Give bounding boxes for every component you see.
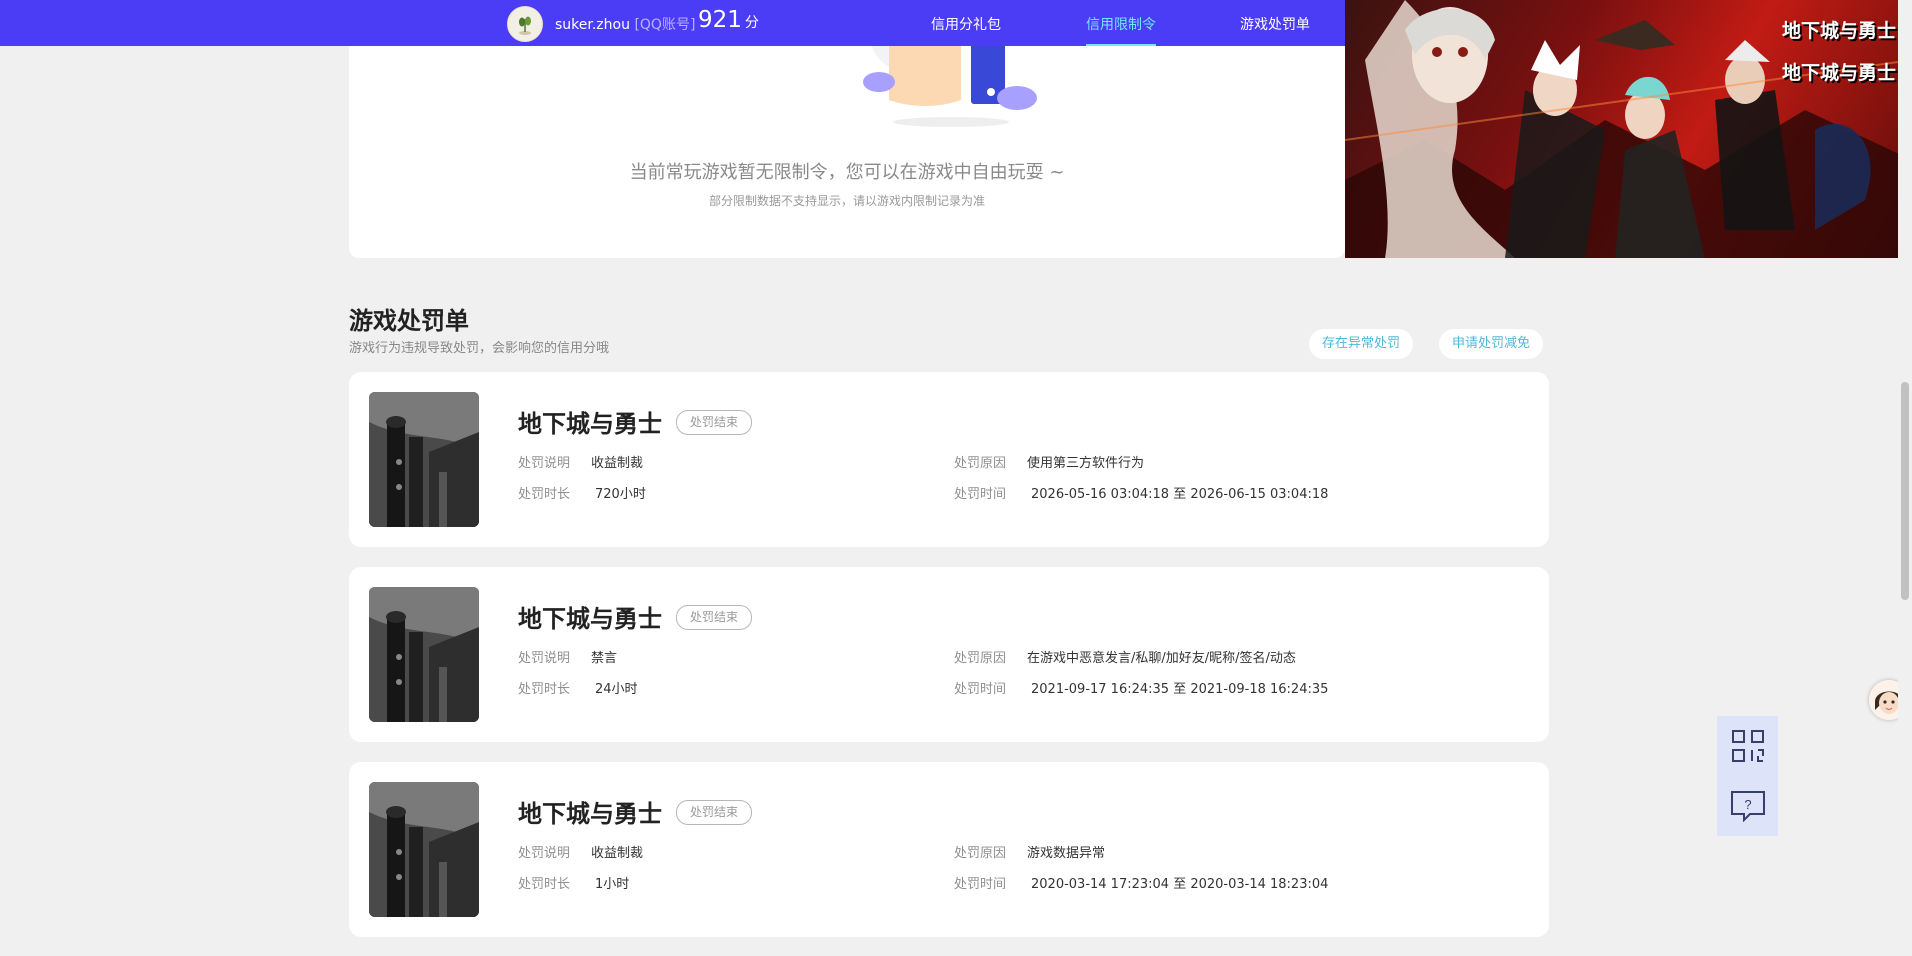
desc-value: 收益制裁 <box>591 846 644 861</box>
active-nav-indicator <box>1086 44 1156 46</box>
game-thumbnail <box>369 587 479 722</box>
game-thumbnail-art <box>369 392 479 527</box>
reason-label: 处罚原因 <box>954 846 1007 861</box>
empty-restriction-message: 当前常玩游戏暂无限制令，您可以在游戏中自由玩耍 ~ <box>629 162 1065 183</box>
user-avatar[interactable] <box>507 6 543 42</box>
penalty-section-subtitle: 游戏行为违规导致处罚，会影响您的信用分哦 <box>349 341 610 356</box>
desc-label: 处罚说明 <box>518 846 571 861</box>
reason-value: 使用第三方软件行为 <box>1027 456 1145 471</box>
desc-value: 禁言 <box>591 651 618 666</box>
duration-label: 处罚时长 <box>518 877 571 892</box>
account-type: [QQ账号] <box>634 17 696 33</box>
duration-label: 处罚时长 <box>518 487 571 502</box>
reason-label: 处罚原因 <box>954 456 1007 471</box>
nav-credit-gift[interactable]: 信用分礼包 <box>931 14 1001 34</box>
penalty-status-tag: 处罚结束 <box>676 800 753 825</box>
top-navbar: suker.zhou [QQ账号] 921 分 信用分礼包 信用限制令 游戏处罚单 <box>0 0 1345 46</box>
duration-value: 1小时 <box>595 877 630 892</box>
game-thumbnail-art <box>369 782 479 917</box>
penalty-card[interactable]: 地下城与勇士 处罚结束 处罚说明 收益制裁 处罚时长 720小时 处罚原因 使用… <box>349 372 1549 547</box>
penalty-section-title: 游戏处罚单 <box>349 307 469 335</box>
abnormal-penalty-button[interactable]: 存在异常处罚 <box>1309 329 1414 359</box>
help-button[interactable]: ? <box>1717 776 1778 836</box>
reason-value: 在游戏中恶意发言/私聊/加好友/昵称/签名/动态 <box>1027 651 1296 666</box>
time-value: 2021-09-17 16:24:35 至 2021-09-18 16:24:3… <box>1031 682 1329 697</box>
apply-penalty-reduction-button[interactable]: 申请处罚减免 <box>1439 329 1544 359</box>
duration-value: 24小时 <box>595 682 638 697</box>
score-unit: 分 <box>744 15 759 31</box>
qrcode-button[interactable] <box>1717 716 1778 776</box>
reason-value: 游戏数据异常 <box>1027 846 1106 861</box>
game-thumbnail <box>369 392 479 527</box>
time-label: 处罚时间 <box>954 487 1007 502</box>
svg-text:?: ? <box>1744 797 1751 812</box>
game-banner[interactable]: 地下城与勇士 地下城与勇士 <box>1345 0 1912 258</box>
time-label: 处罚时间 <box>954 682 1007 697</box>
nav-game-penalty[interactable]: 游戏处罚单 <box>1240 14 1310 34</box>
game-thumbnail <box>369 782 479 917</box>
credit-score: 921 分 <box>698 7 759 33</box>
game-name: 地下城与勇士 <box>518 800 662 828</box>
game-name: 地下城与勇士 <box>518 605 662 633</box>
penalty-status-tag: 处罚结束 <box>676 410 753 435</box>
penalty-card[interactable]: 地下城与勇士 处罚结束 处罚说明 禁言 处罚时长 24小时 处罚原因 在游戏中恶… <box>349 567 1549 742</box>
score-value: 921 <box>698 7 742 33</box>
game-name: 地下城与勇士 <box>518 410 662 438</box>
desc-label: 处罚说明 <box>518 456 571 471</box>
desc-value: 收益制裁 <box>591 456 644 471</box>
penalty-card[interactable]: 地下城与勇士 处罚结束 处罚说明 收益制裁 处罚时长 1小时 处罚原因 游戏数据… <box>349 762 1549 937</box>
qrcode-icon <box>1731 730 1764 762</box>
desc-label: 处罚说明 <box>518 651 571 666</box>
duration-value: 720小时 <box>595 487 646 502</box>
duration-label: 处罚时长 <box>518 682 571 697</box>
username: suker.zhou [QQ账号] <box>555 14 695 34</box>
scrollbar-thumb[interactable] <box>1901 382 1909 600</box>
time-value: 2020-03-14 17:23:04 至 2020-03-14 18:23:0… <box>1031 877 1329 892</box>
nav-credit-restriction[interactable]: 信用限制令 <box>1086 14 1156 34</box>
game-logo-2: 地下城与勇士 <box>1781 62 1896 84</box>
time-label: 处罚时间 <box>954 877 1007 892</box>
game-logo-1: 地下城与勇士 <box>1781 20 1896 42</box>
penalty-status-tag: 处罚结束 <box>676 605 753 630</box>
empty-restriction-note: 部分限制数据不支持显示，请以游戏内限制记录为准 <box>708 194 985 208</box>
game-thumbnail-art <box>369 587 479 722</box>
time-value: 2026-05-16 03:04:18 至 2026-06-15 03:04:1… <box>1031 487 1329 502</box>
username-text: suker.zhou <box>555 17 630 33</box>
reason-label: 处罚原因 <box>954 651 1007 666</box>
avatar-plant-icon <box>519 16 531 35</box>
help-chat-icon: ? <box>1730 791 1765 822</box>
